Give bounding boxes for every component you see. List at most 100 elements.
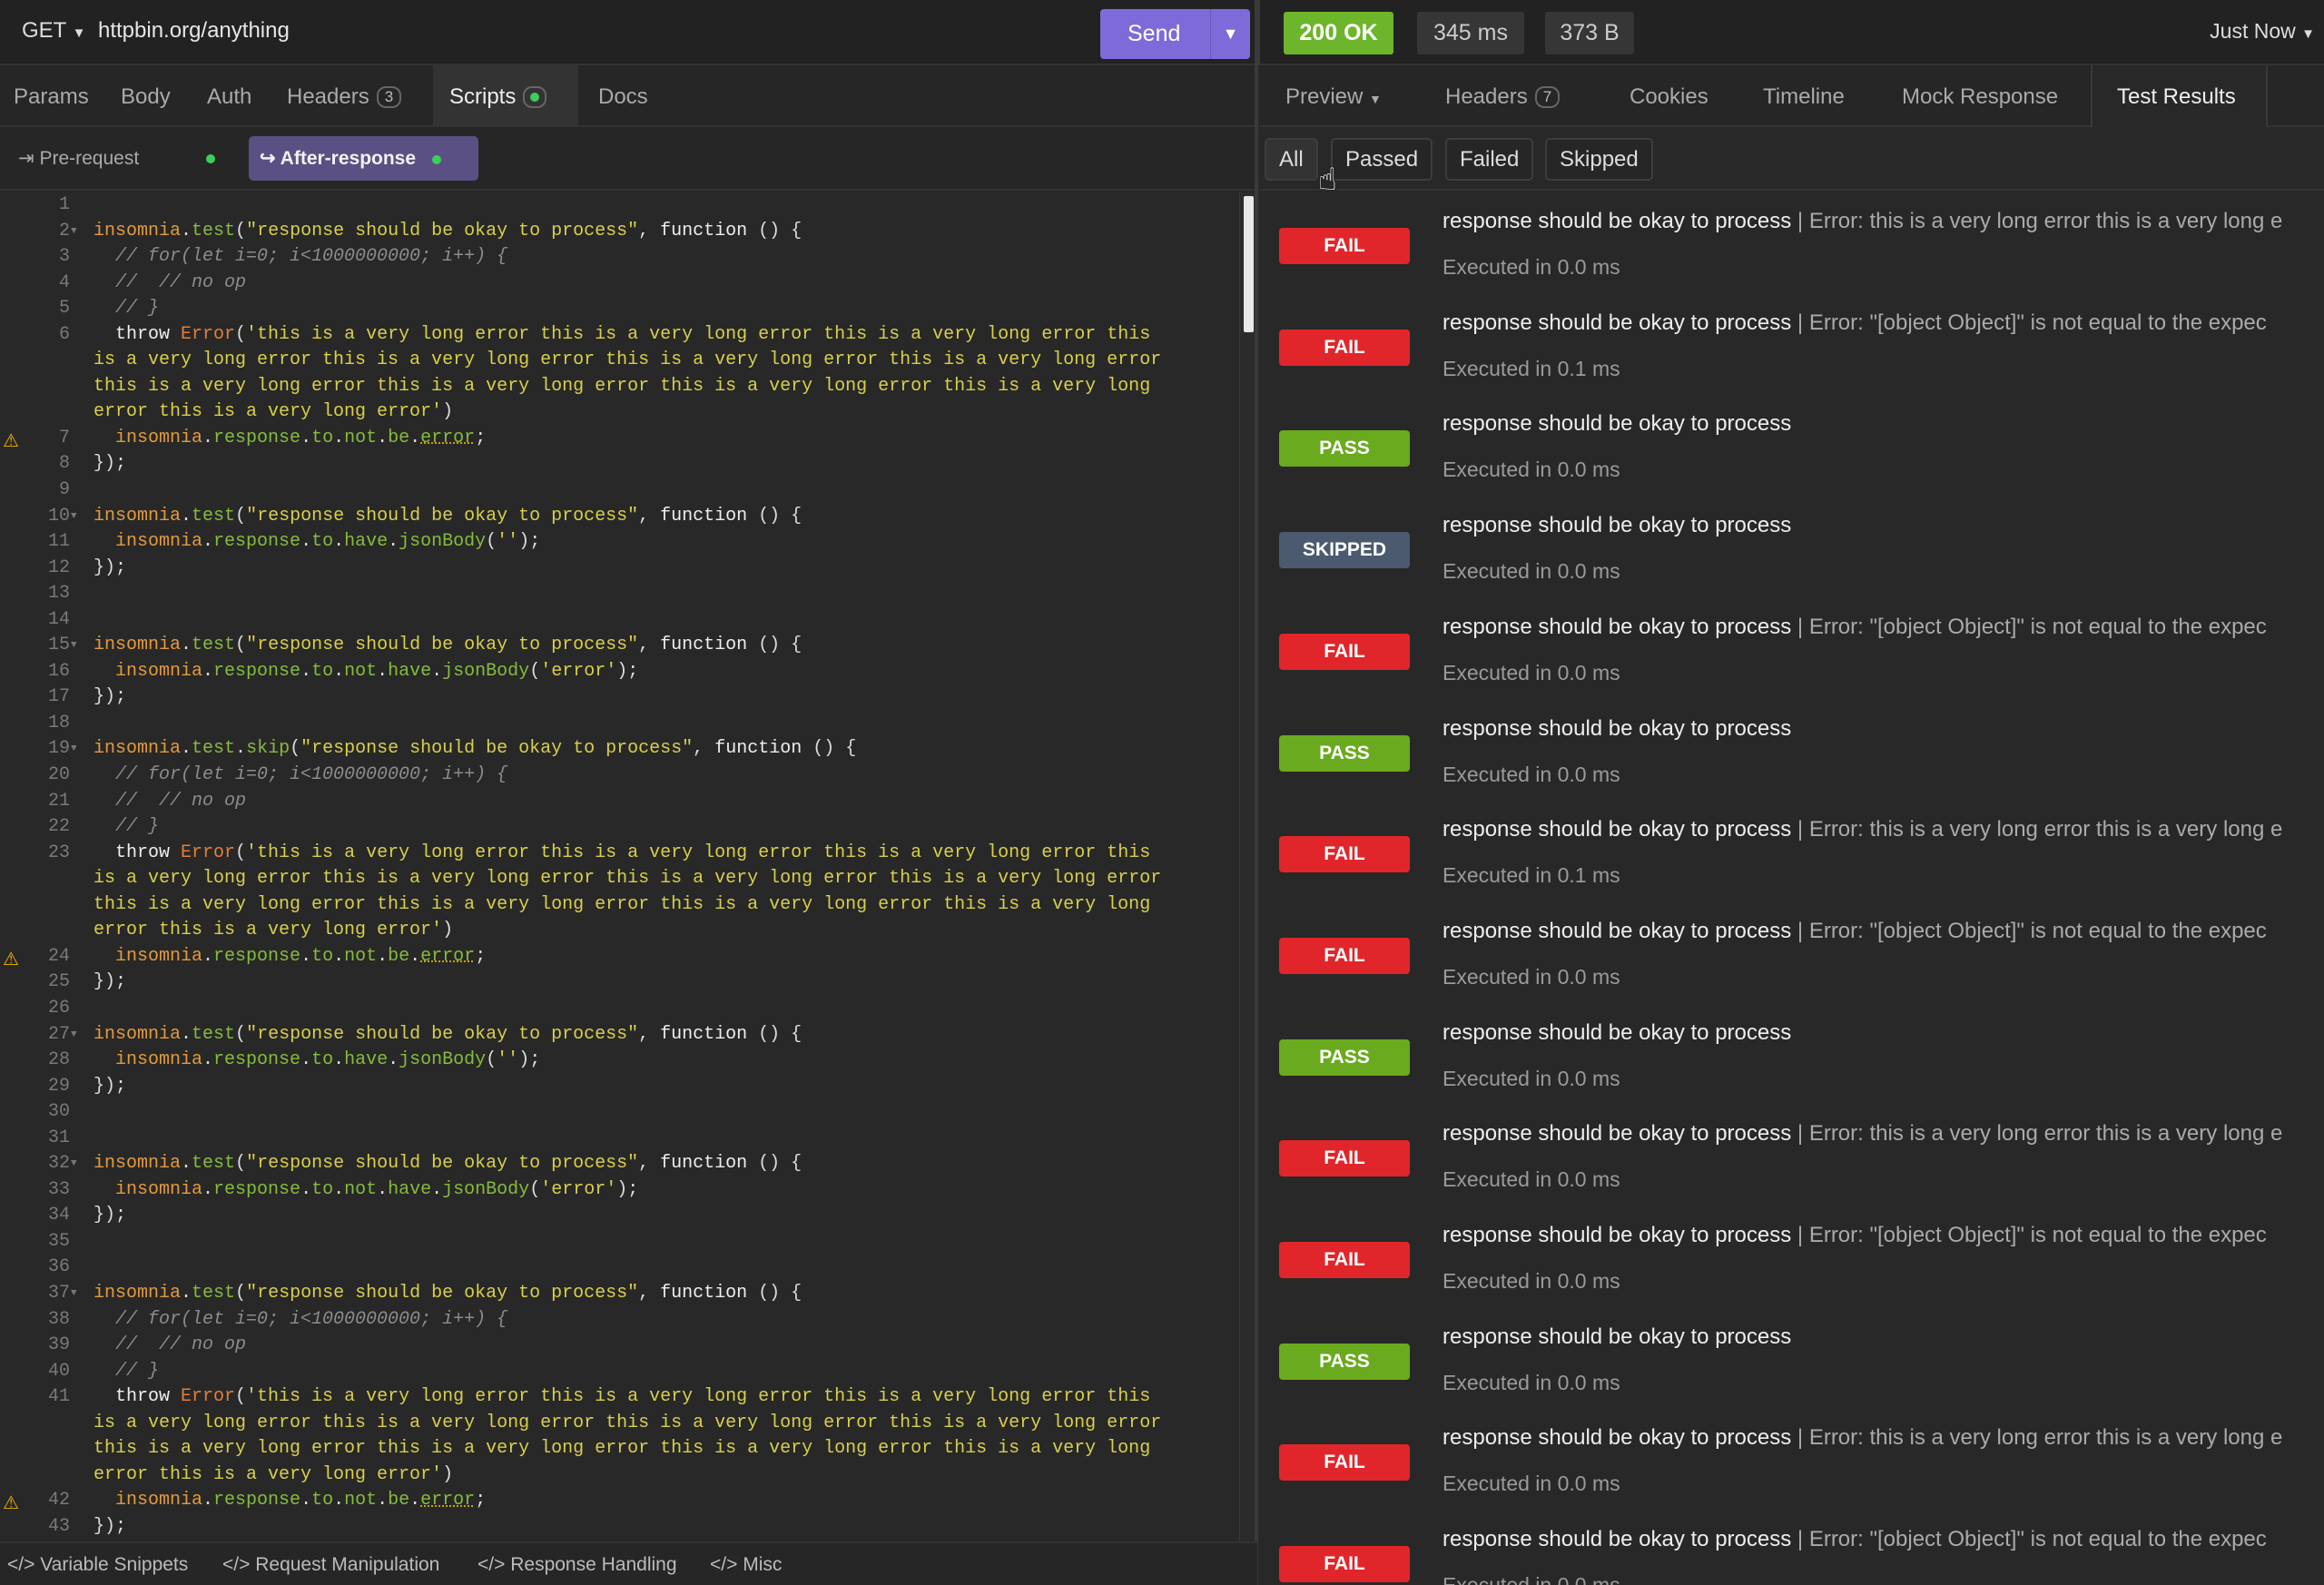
code-line: 39 // // no op bbox=[0, 1333, 1239, 1359]
code-text: }); bbox=[94, 970, 126, 996]
test-results-list: FAIL response should be okay to process |… bbox=[1260, 192, 2324, 1585]
test-result-row[interactable]: PASS response should be okay to process Ex… bbox=[1260, 1004, 2324, 1106]
test-result-row[interactable]: FAIL response should be okay to process |… bbox=[1260, 1206, 2324, 1308]
line-number: 38 bbox=[47, 1308, 70, 1330]
code-token: // for(let i=0; i<1000000000; i++) { bbox=[94, 1308, 508, 1330]
tab-after-response[interactable]: ↪ After-response bbox=[249, 136, 478, 181]
status-badge-pass: PASS bbox=[1279, 734, 1410, 772]
code-text: is a very long error this is a very long… bbox=[94, 1411, 1161, 1437]
code-editor[interactable]: 1 2 ▼ insomnia.test("response should be oka… bbox=[0, 192, 1239, 1541]
snippet-request-manipulation[interactable]: </> Request Manipulation bbox=[222, 1554, 439, 1576]
code-token: test bbox=[192, 635, 236, 656]
code-token: ( bbox=[235, 635, 247, 656]
test-result-row[interactable]: FAIL response should be okay to process |… bbox=[1260, 1105, 2324, 1206]
send-button[interactable]: Send ▼ bbox=[1100, 9, 1250, 59]
test-result-row[interactable]: FAIL response should be okay to process |… bbox=[1260, 801, 2324, 902]
code-line: is a very long error this is a very long… bbox=[0, 348, 1239, 374]
tab-pre-request[interactable]: ⇥ Pre-request bbox=[18, 147, 139, 170]
code-token: 'this is a very long error this is a ver… bbox=[246, 323, 1151, 345]
code-token: ( bbox=[235, 1023, 247, 1045]
tab-headers[interactable]: Headers 3 bbox=[287, 84, 402, 110]
line-number: 43 bbox=[47, 1515, 70, 1537]
tab-body[interactable]: Body bbox=[121, 84, 171, 110]
fold-chevron-icon[interactable]: ▼ bbox=[71, 633, 77, 659]
tab-scripts[interactable]: Scripts bbox=[449, 84, 547, 110]
snippet-misc[interactable]: </> Misc bbox=[710, 1554, 782, 1576]
code-token: insomnia bbox=[115, 1490, 203, 1511]
code-token: // for(let i=0; i<1000000000; i++) { bbox=[94, 764, 508, 786]
line-number: 2 bbox=[58, 220, 70, 241]
code-line: 38 // for(let i=0; i<1000000000; i++) { bbox=[0, 1307, 1239, 1334]
code-line: 14 bbox=[0, 607, 1239, 634]
code-token: have bbox=[344, 531, 389, 553]
tab-docs[interactable]: Docs bbox=[598, 84, 648, 110]
status-badge-fail: FAIL bbox=[1279, 1140, 1410, 1177]
fold-chevron-icon[interactable]: ▼ bbox=[71, 1151, 77, 1177]
fold-chevron-icon[interactable]: ▼ bbox=[71, 504, 77, 530]
code-token: response bbox=[213, 1049, 301, 1071]
tab-response-headers[interactable]: Headers 7 bbox=[1445, 84, 1561, 110]
tab-params[interactable]: Params bbox=[14, 84, 89, 110]
code-token: . bbox=[388, 1049, 399, 1071]
script-type-tabs: ⇥ Pre-request ↪ After-response bbox=[0, 127, 1257, 191]
history-dropdown[interactable]: Just Now ▼ bbox=[2210, 19, 2315, 44]
tab-auth[interactable]: Auth bbox=[207, 84, 251, 110]
test-result-row[interactable]: FAIL response should be okay to process |… bbox=[1260, 1409, 2324, 1511]
test-result-row[interactable]: PASS response should be okay to process Ex… bbox=[1260, 395, 2324, 497]
line-number: 11 bbox=[47, 531, 70, 553]
code-token: . bbox=[333, 1490, 345, 1511]
code-token: ( bbox=[529, 1178, 541, 1200]
snippet-response-handling[interactable]: </> Response Handling bbox=[478, 1554, 677, 1576]
code-token: // } bbox=[94, 816, 160, 838]
line-number: 16 bbox=[47, 660, 70, 682]
code-line: 10 ▼ insomnia.test("response should be oka… bbox=[0, 504, 1239, 530]
execution-time: Executed in 0.0 ms bbox=[1443, 1167, 1620, 1192]
separator: | bbox=[1791, 918, 1809, 943]
code-token: not bbox=[344, 427, 378, 448]
test-result-row[interactable]: FAIL response should be okay to process |… bbox=[1260, 192, 2324, 294]
test-error: Error: this is a very long error this is… bbox=[1808, 1425, 2283, 1451]
code-line: 8}); bbox=[0, 451, 1239, 477]
code-token: be bbox=[388, 1490, 410, 1511]
test-result-row[interactable]: FAIL response should be okay to process |… bbox=[1260, 902, 2324, 1004]
scrollbar-thumb[interactable] bbox=[1244, 196, 1254, 332]
tab-timeline[interactable]: Timeline bbox=[1763, 84, 1845, 110]
filter-failed-button[interactable]: Failed bbox=[1445, 138, 1534, 181]
code-line: 36 bbox=[0, 1255, 1239, 1281]
test-result-row[interactable]: FAIL response should be okay to process |… bbox=[1260, 598, 2324, 700]
test-result-row[interactable]: PASS response should be okay to process Ex… bbox=[1260, 700, 2324, 802]
line-number: 42 bbox=[47, 1490, 70, 1511]
tab-mock-response[interactable]: Mock Response bbox=[1902, 84, 2058, 110]
code-token: ( bbox=[235, 323, 247, 345]
url-input[interactable]: httpbin.org/anything bbox=[98, 18, 290, 44]
fold-chevron-icon[interactable]: ▼ bbox=[71, 219, 77, 245]
test-result-row[interactable]: FAIL response should be okay to process |… bbox=[1260, 1511, 2324, 1585]
snippet-variable-snippets[interactable]: </> Variable Snippets bbox=[7, 1554, 188, 1576]
code-text: is a very long error this is a very long… bbox=[94, 866, 1161, 892]
code-token: ( bbox=[486, 531, 497, 553]
pane-divider[interactable] bbox=[1255, 0, 1258, 1585]
code-text: }); bbox=[94, 1074, 126, 1100]
tab-test-results[interactable]: Test Results bbox=[2117, 84, 2236, 110]
fold-chevron-icon[interactable]: ▼ bbox=[71, 1022, 77, 1048]
test-result-row[interactable]: SKIPPED response should be okay to proces… bbox=[1260, 497, 2324, 598]
line-number: 29 bbox=[47, 1075, 70, 1097]
code-token: jsonBody bbox=[442, 660, 530, 682]
code-token: . bbox=[377, 660, 389, 682]
filter-passed-button[interactable]: Passed bbox=[1331, 138, 1433, 181]
test-result-row[interactable]: PASS response should be okay to process Ex… bbox=[1260, 1308, 2324, 1410]
code-token: ; bbox=[475, 945, 487, 967]
send-options-chevron-icon[interactable]: ▼ bbox=[1210, 9, 1250, 59]
fold-chevron-icon[interactable]: ▼ bbox=[71, 736, 77, 763]
fold-chevron-icon[interactable]: ▼ bbox=[71, 1281, 77, 1307]
filter-all-button[interactable]: All bbox=[1265, 138, 1318, 181]
code-token: insomnia bbox=[115, 660, 203, 682]
code-line: 3 // for(let i=0; i<1000000000; i++) { bbox=[0, 244, 1239, 271]
chevron-down-icon: ▼ bbox=[2301, 26, 2315, 42]
tab-preview[interactable]: Preview ▼ bbox=[1285, 84, 1382, 110]
filter-skipped-button[interactable]: Skipped bbox=[1545, 138, 1653, 181]
code-token: . bbox=[181, 505, 192, 527]
test-result-row[interactable]: FAIL response should be okay to process |… bbox=[1260, 294, 2324, 396]
method-select[interactable]: GET ▼ bbox=[22, 18, 85, 44]
tab-cookies[interactable]: Cookies bbox=[1630, 84, 1709, 110]
